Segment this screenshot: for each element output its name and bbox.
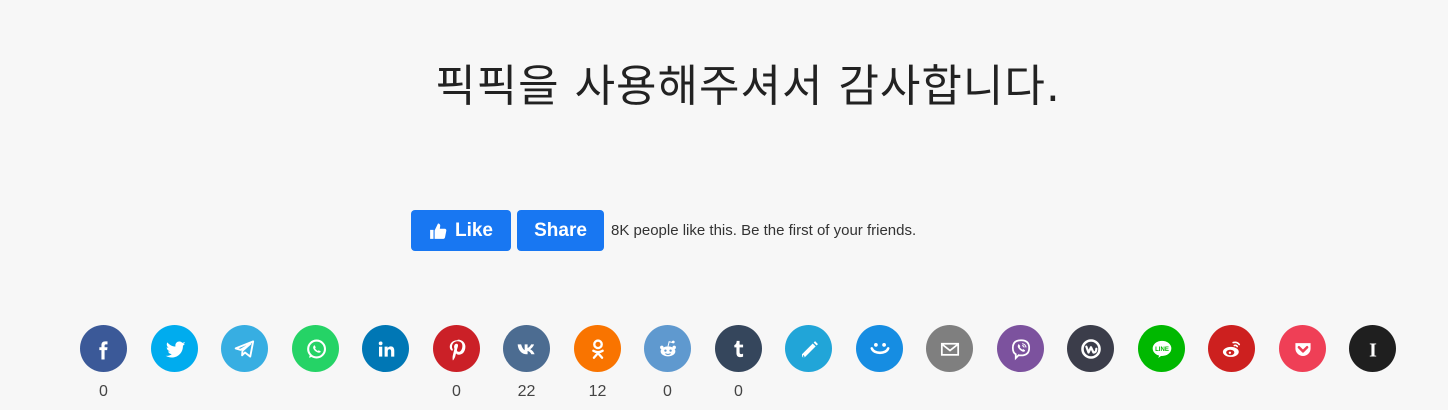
facebook-like-button[interactable]: Like [411,210,511,251]
share-item-livejournal [785,325,832,410]
pocket-share-button[interactable] [1279,325,1326,372]
odnoklassniki-share-button[interactable] [574,325,621,372]
share-item-telegram [221,325,268,410]
linkedin-icon [378,341,394,357]
mailru-share-button[interactable] [856,325,903,372]
workplace-share-button[interactable] [1067,325,1114,372]
weibo-icon [1222,341,1240,357]
share-item-viber [997,325,1044,410]
share-buttons-row: 0 0 22 12 0 0 LINE I [0,325,1448,410]
tumblr-share-count: 0 [734,383,743,400]
livejournal-icon [801,340,818,357]
line-share-button[interactable]: LINE [1138,325,1185,372]
viber-share-button[interactable] [997,325,1044,372]
pinterest-share-count: 0 [452,383,461,400]
like-count-text: 8K people like this. Be the first of you… [611,222,917,239]
telegram-share-button[interactable] [221,325,268,372]
instapaper-icon: I [1369,339,1377,361]
linkedin-share-button[interactable] [362,325,409,372]
share-label: Share [534,219,587,241]
mailru-smile-icon [870,342,889,354]
facebook-like-widget: Like Share 8K people like this. Be the f… [411,210,916,251]
email-icon [940,342,959,356]
vk-share-count: 22 [517,383,536,400]
telegram-icon [234,339,254,358]
like-label: Like [454,219,494,241]
share-item-whatsapp [292,325,339,410]
facebook-icon [98,340,107,359]
workplace-icon [1080,338,1101,359]
whatsapp-share-button[interactable] [292,325,339,372]
email-share-button[interactable] [926,325,973,372]
share-item-pinterest: 0 [433,325,480,410]
odnoklassniki-share-count: 12 [588,383,607,400]
share-item-workplace [1067,325,1114,410]
page-title: 픽픽을 사용해주셔서 감사합니다. [435,61,1061,112]
share-item-odnoklassniki: 12 [574,325,621,410]
tumblr-icon [733,340,743,357]
share-item-pocket [1279,325,1326,410]
share-item-email [926,325,973,410]
thumbs-up-icon [430,222,447,239]
svg-text:I: I [1369,339,1377,361]
pinterest-icon [449,339,465,360]
svg-text:LINE: LINE [1155,346,1169,352]
share-item-line: LINE [1138,325,1185,410]
twitter-icon [165,340,185,358]
share-item-mailru [856,325,903,410]
viber-icon [1011,338,1030,360]
share-item-tumblr: 0 [715,325,762,410]
reddit-icon [659,340,676,356]
whatsapp-icon [306,339,326,358]
twitter-share-button[interactable] [151,325,198,372]
pinterest-share-button[interactable] [433,325,480,372]
facebook-share-count: 0 [99,383,108,400]
facebook-share-button[interactable] [80,325,127,372]
instapaper-share-button[interactable]: I [1349,325,1396,372]
reddit-share-count: 0 [663,383,672,400]
share-item-vk: 22 [503,325,550,410]
reddit-share-button[interactable] [644,325,691,372]
odnoklassniki-icon [591,338,604,359]
share-item-twitter [151,325,198,410]
facebook-share-button[interactable]: Share [517,210,604,251]
line-icon: LINE [1152,340,1171,358]
share-item-facebook: 0 [80,325,127,410]
vk-icon [517,343,535,354]
weibo-share-button[interactable] [1208,325,1255,372]
share-item-weibo [1208,325,1255,410]
livejournal-share-button[interactable] [785,325,832,372]
share-item-reddit: 0 [644,325,691,410]
share-item-instapaper: I [1349,325,1396,410]
tumblr-share-button[interactable] [715,325,762,372]
vk-share-button[interactable] [503,325,550,372]
thank-you-page: 픽픽을 사용해주셔서 감사합니다. Like Share 8K people l… [0,0,1448,410]
share-item-linkedin [362,325,409,410]
pocket-icon [1294,342,1311,356]
